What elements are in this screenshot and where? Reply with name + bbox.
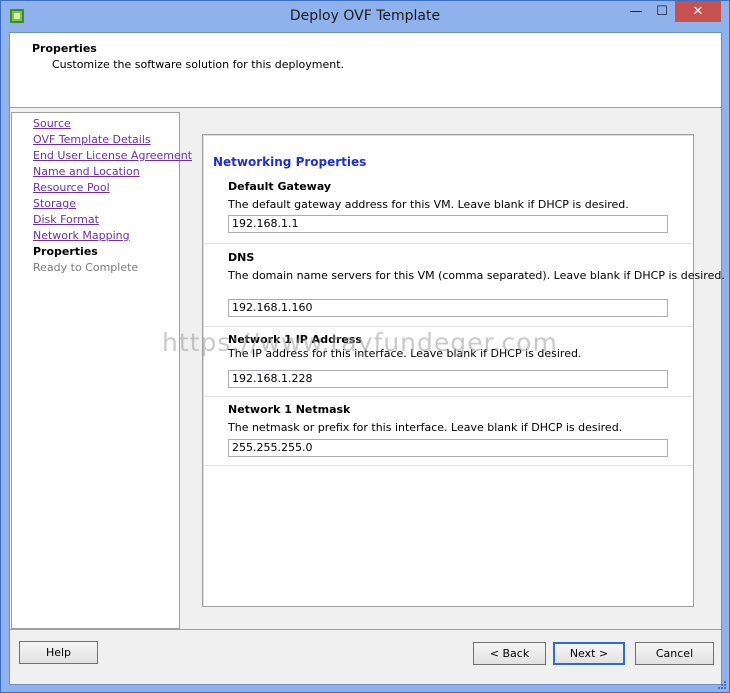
- page-title: Properties: [32, 42, 97, 55]
- nav-step-ovf-template-details[interactable]: OVF Template Details: [33, 133, 151, 146]
- nav-step-resource-pool[interactable]: Resource Pool: [33, 181, 110, 194]
- minimize-icon[interactable]: —: [623, 1, 649, 22]
- help-button[interactable]: Help: [19, 641, 98, 664]
- cancel-button[interactable]: Cancel: [635, 642, 714, 665]
- nav-step-ready-to-complete: Ready to Complete: [33, 261, 139, 274]
- nav-step-properties-current: Properties: [33, 245, 98, 258]
- title-bar[interactable]: Deploy OVF Template — ☐ ✕: [1, 1, 729, 31]
- dialog-client-area: Properties Customize the software soluti…: [9, 32, 725, 685]
- maximize-icon[interactable]: ☐: [649, 1, 675, 22]
- window-title: Deploy OVF Template: [289, 8, 441, 24]
- dns-input[interactable]: 192.168.1.160: [228, 299, 668, 317]
- netmask-description: The netmask or prefix for this interface…: [228, 421, 623, 434]
- ip-address-label: Network 1 IP Address: [228, 333, 362, 346]
- back-button[interactable]: < Back: [473, 642, 546, 665]
- ip-address-input[interactable]: 192.168.1.228: [228, 370, 668, 388]
- netmask-input[interactable]: 255.255.255.0: [228, 439, 668, 457]
- networking-properties-title: Networking Properties: [213, 155, 367, 169]
- close-icon[interactable]: ✕: [675, 1, 721, 22]
- nav-step-storage[interactable]: Storage: [33, 197, 76, 210]
- resize-grip-icon[interactable]: [717, 680, 727, 690]
- default-gateway-label: Default Gateway: [228, 180, 332, 193]
- page-subtitle: Customize the software solution for this…: [52, 58, 345, 71]
- default-gateway-input[interactable]: 192.168.1.1: [228, 215, 668, 233]
- dns-description: The domain name servers for this VM (com…: [228, 269, 725, 282]
- ip-address-description: The IP address for this interface. Leave…: [228, 347, 582, 360]
- default-gateway-description: The default gateway address for this VM.…: [228, 198, 629, 211]
- ip-address-section: Network 1 IP Address The IP address for …: [203, 327, 693, 397]
- nav-step-network-mapping[interactable]: Network Mapping: [33, 229, 130, 242]
- nav-step-eula[interactable]: End User License Agreement: [33, 149, 192, 162]
- footer-divider: [10, 629, 721, 630]
- nav-step-disk-format[interactable]: Disk Format: [33, 213, 99, 226]
- dns-label: DNS: [228, 251, 255, 264]
- properties-panel: Networking Properties Default Gateway Th…: [202, 134, 725, 607]
- next-button[interactable]: Next >: [553, 642, 625, 665]
- default-gateway-section: Default Gateway The default gateway addr…: [203, 171, 693, 244]
- dns-section: DNS The domain name servers for this VM …: [203, 244, 725, 327]
- wizard-steps-nav: Source OVF Template Details End User Lic…: [11, 112, 192, 629]
- netmask-section: Network 1 Netmask The netmask or prefix …: [203, 397, 693, 466]
- deploy-ovf-window: Deploy OVF Template — ☐ ✕ Properties Cus…: [0, 0, 730, 693]
- wizard-header: Properties Customize the software soluti…: [10, 33, 721, 108]
- nav-step-source[interactable]: Source: [33, 117, 71, 130]
- netmask-label: Network 1 Netmask: [228, 403, 351, 416]
- nav-step-name-and-location[interactable]: Name and Location: [33, 165, 140, 178]
